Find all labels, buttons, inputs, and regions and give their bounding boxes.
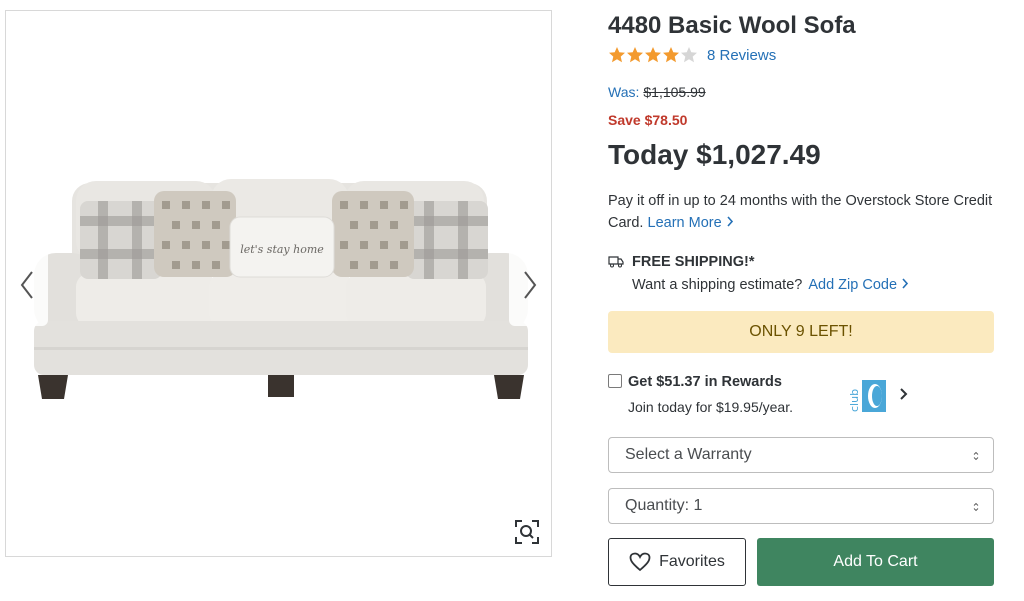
warranty-select[interactable]: Select a Warranty (608, 437, 994, 473)
stock-alert: ONLY 9 LEFT! (608, 311, 994, 353)
star-icon (681, 47, 697, 63)
add-to-cart-button[interactable]: Add To Cart (757, 538, 994, 586)
product-image-gallery: let's stay home (5, 10, 552, 557)
reviews-link[interactable]: 8 Reviews (707, 47, 776, 64)
select-caret-icon (973, 451, 979, 461)
pillow-text: let's stay home (240, 243, 324, 256)
club-logo[interactable]: club (848, 378, 892, 414)
save-amount: Save $78.50 (608, 112, 688, 128)
today-price: Today $1,027.49 (608, 139, 821, 170)
quantity-select-value: Quantity: 1 (625, 497, 703, 514)
was-price-row: Was: $1,105.99 (608, 84, 706, 100)
rewards-title: Get $51.37 in Rewards (628, 374, 782, 390)
shipping-icon (608, 256, 624, 268)
select-caret-icon (973, 502, 979, 512)
chevron-right-icon[interactable] (898, 386, 910, 402)
club-logo-text: club (848, 389, 861, 412)
star-icon (645, 47, 661, 63)
chevron-right-icon (902, 278, 909, 289)
was-label: Was: (608, 84, 640, 100)
credit-card-offer: Pay it off in up to 24 months with the O… (608, 190, 993, 234)
learn-more-link[interactable]: Learn More (648, 215, 734, 231)
zoom-button[interactable] (512, 517, 542, 547)
star-rating[interactable] (608, 46, 698, 64)
product-image: let's stay home (34, 179, 528, 399)
shipping-estimate-text: Want a shipping estimate? (632, 277, 803, 293)
free-shipping-label: FREE SHIPPING!* (632, 254, 755, 270)
chevron-right-icon (524, 271, 537, 299)
zoom-icon (515, 520, 539, 544)
was-price: $1,105.99 (643, 84, 706, 100)
add-to-cart-label: Add To Cart (833, 553, 918, 570)
next-image-button[interactable] (509, 244, 551, 326)
add-zip-code-link[interactable]: Add Zip Code (808, 277, 909, 293)
star-icon (627, 47, 643, 63)
warranty-select-value: Select a Warranty (625, 446, 752, 463)
quantity-select[interactable]: Quantity: 1 (608, 488, 994, 524)
rating-row: 8 Reviews (608, 46, 776, 64)
favorites-button[interactable]: Favorites (608, 538, 746, 586)
rewards-subtitle: Join today for $19.95/year. (628, 399, 793, 415)
star-icon (663, 47, 679, 63)
star-icon (609, 47, 625, 63)
rewards-checkbox[interactable] (608, 374, 622, 388)
chevron-left-icon (20, 271, 33, 299)
chevron-right-icon (727, 216, 733, 227)
previous-image-button[interactable] (6, 244, 48, 326)
shipping-estimate: Want a shipping estimate? Add Zip Code (632, 277, 909, 293)
favorites-label: Favorites (659, 553, 725, 570)
heart-icon (629, 552, 651, 572)
product-title: 4480 Basic Wool Sofa (608, 12, 856, 39)
